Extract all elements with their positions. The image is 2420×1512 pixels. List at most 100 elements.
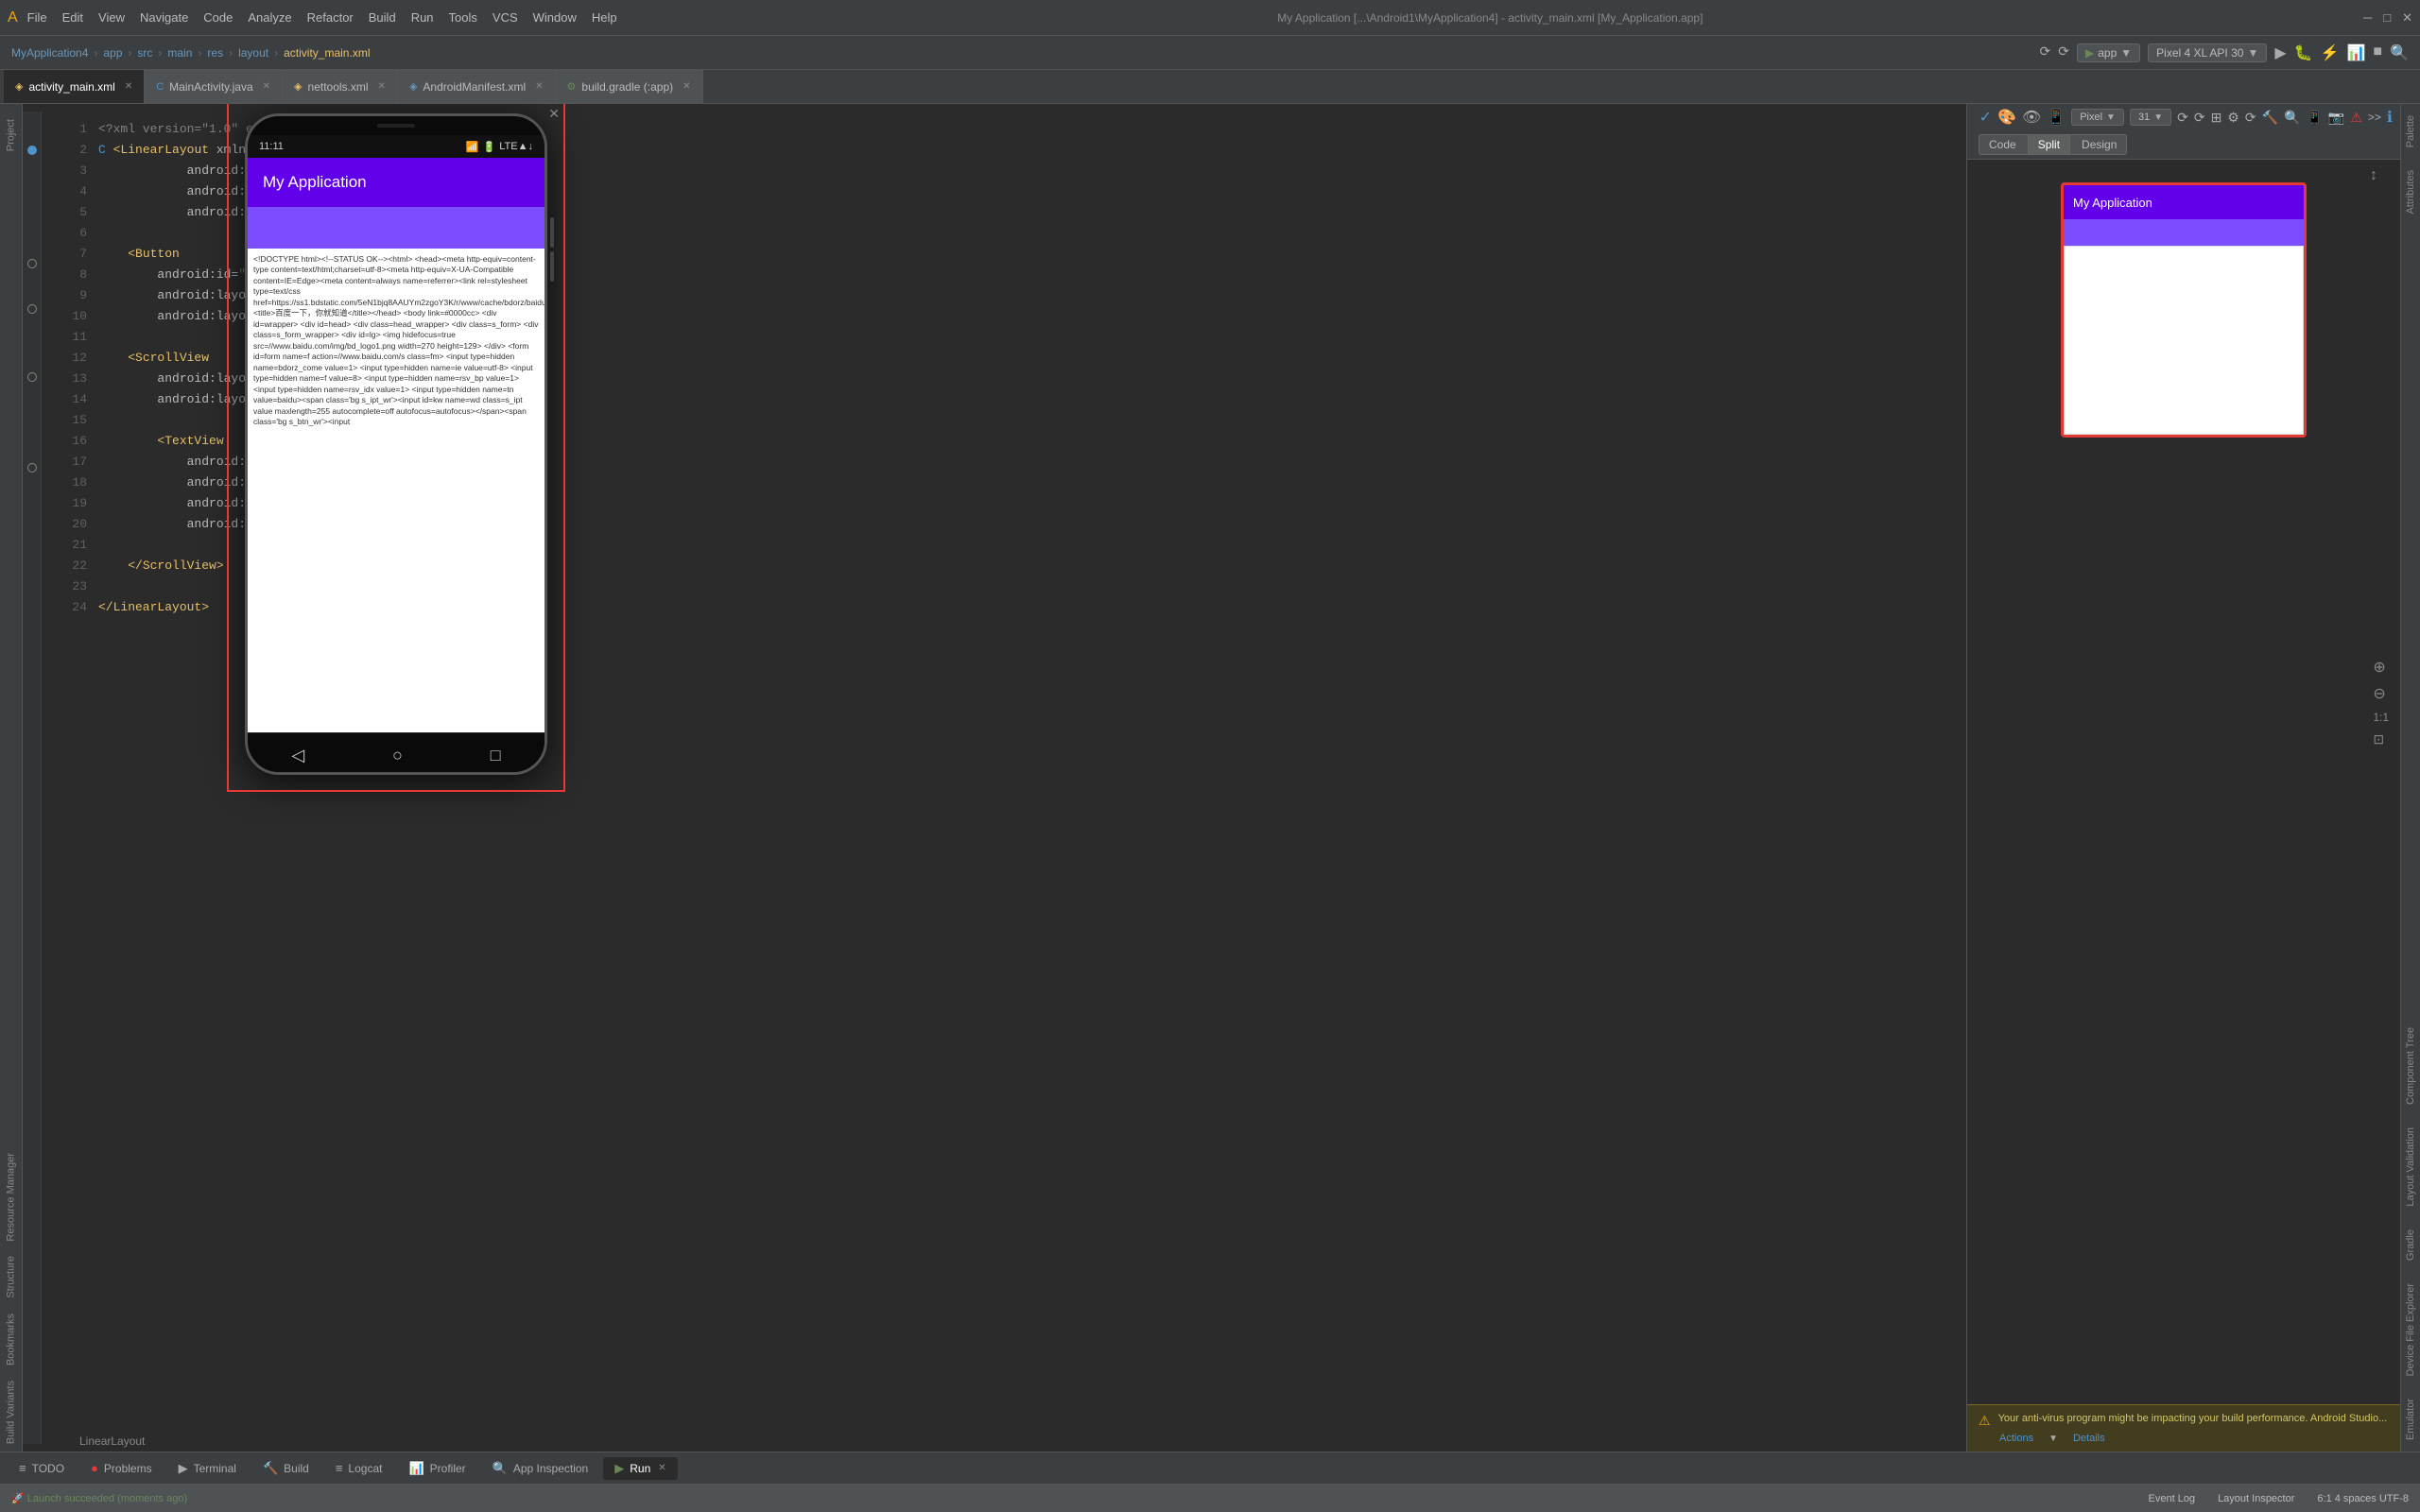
stop-button[interactable]: ■ bbox=[2373, 43, 2382, 62]
tab-problems[interactable]: ● Problems bbox=[79, 1457, 164, 1479]
volume-down-button[interactable] bbox=[550, 251, 554, 282]
run-tab-close[interactable]: ✕ bbox=[658, 1463, 666, 1473]
code-view-btn[interactable]: Code bbox=[1979, 135, 2026, 154]
split-view-btn[interactable]: Split bbox=[2028, 135, 2070, 154]
details-link[interactable]: Details bbox=[2073, 1433, 2105, 1444]
menu-edit[interactable]: Edit bbox=[62, 10, 83, 25]
tab-build[interactable]: 🔨 Build bbox=[251, 1457, 320, 1480]
zoom-in-icon[interactable]: ⊕ bbox=[2373, 658, 2389, 677]
zoom-icon[interactable]: 🔍 bbox=[2284, 110, 2300, 126]
menu-run[interactable]: Run bbox=[411, 10, 434, 25]
capture-icon[interactable]: 📷 bbox=[2328, 110, 2344, 126]
device-file-tab[interactable]: Device File Explorer bbox=[2401, 1272, 2420, 1387]
palette-tab[interactable]: Palette bbox=[2401, 104, 2420, 159]
menu-analyze[interactable]: Analyze bbox=[248, 10, 291, 25]
menu-code[interactable]: Code bbox=[203, 10, 233, 25]
tab-logcat[interactable]: ≡ Logcat bbox=[324, 1457, 394, 1479]
tab-profiler[interactable]: 📊 Profiler bbox=[397, 1457, 476, 1480]
phone-back-icon[interactable]: ◁ bbox=[291, 746, 304, 765]
build-icon[interactable]: 🔨 bbox=[2262, 110, 2278, 126]
minimize-icon[interactable]: ─ bbox=[2363, 10, 2372, 26]
menu-file[interactable]: File bbox=[27, 10, 47, 25]
gradle-tab[interactable]: Gradle bbox=[2401, 1218, 2420, 1272]
breadcrumb-layout[interactable]: layout bbox=[238, 46, 268, 60]
breadcrumb-res[interactable]: res bbox=[207, 46, 223, 60]
zoom-out-icon[interactable]: ⊖ bbox=[2373, 684, 2389, 703]
tab-androidmanifest[interactable]: ◈ AndroidManifest.xml ✕ bbox=[398, 70, 556, 104]
maximize-icon[interactable]: □ bbox=[2383, 10, 2391, 26]
menu-vcs[interactable]: VCS bbox=[493, 10, 518, 25]
palette-icon[interactable]: 🎨 bbox=[1997, 108, 2016, 127]
sync-project-icon[interactable]: ⟳ bbox=[2058, 43, 2069, 62]
info-icon[interactable]: ℹ bbox=[2387, 108, 2393, 127]
sidebar-build-variants[interactable]: Build Variants bbox=[0, 1373, 22, 1452]
close-icon[interactable]: ✕ bbox=[2402, 10, 2412, 26]
tab-mainactivity-close[interactable]: ✕ bbox=[263, 81, 270, 92]
phone-recents-icon[interactable]: □ bbox=[491, 746, 501, 765]
tab-todo[interactable]: ≡ TODO bbox=[8, 1457, 76, 1479]
breadcrumb-src[interactable]: src bbox=[137, 46, 152, 60]
tab-nettools[interactable]: ◈ nettools.xml ✕ bbox=[283, 70, 398, 104]
breadcrumb-main[interactable]: main bbox=[167, 46, 192, 60]
debug-button[interactable]: 🐛 bbox=[2294, 43, 2313, 62]
layout-validation-tab[interactable]: Layout Validation bbox=[2401, 1116, 2420, 1218]
menu-navigate[interactable]: Navigate bbox=[140, 10, 188, 25]
sync-icon[interactable]: ⟳ bbox=[2040, 43, 2051, 62]
emulator-tab[interactable]: Emulator bbox=[2401, 1387, 2420, 1452]
sidebar-project[interactable]: Project bbox=[0, 112, 22, 159]
event-log-link[interactable]: Event Log bbox=[2149, 1493, 2196, 1504]
phone-home-icon[interactable]: ○ bbox=[392, 746, 403, 765]
fit-screen-icon[interactable]: ⊡ bbox=[2373, 731, 2389, 747]
more-icon[interactable]: >> bbox=[2368, 111, 2381, 124]
tab-buildgradle[interactable]: ⚙ build.gradle (:app) ✕ bbox=[556, 70, 703, 104]
settings-icon[interactable]: ⚙ bbox=[2227, 110, 2239, 126]
tab-terminal[interactable]: ▶ Terminal bbox=[167, 1457, 248, 1480]
tab-run[interactable]: ▶ Run ✕ bbox=[603, 1457, 677, 1480]
coverage-button[interactable]: ⚡ bbox=[2321, 43, 2340, 62]
profile-button[interactable]: 📊 bbox=[2346, 43, 2365, 62]
emulator-close-icon[interactable]: ✕ bbox=[548, 106, 560, 122]
breadcrumb-sep-2: › bbox=[128, 46, 131, 60]
design-view-btn[interactable]: Design bbox=[2072, 135, 2126, 154]
menu-view[interactable]: View bbox=[98, 10, 125, 25]
table-icon[interactable]: ⊞ bbox=[2211, 110, 2222, 126]
actions-link[interactable]: Actions bbox=[1999, 1433, 2033, 1444]
tab-androidmanifest-close[interactable]: ✕ bbox=[535, 81, 543, 92]
attributes-tab[interactable]: Attributes bbox=[2401, 159, 2420, 225]
run-button[interactable]: ▶ bbox=[2274, 43, 2286, 62]
tab-app-inspection[interactable]: 🔍 App Inspection bbox=[481, 1457, 600, 1480]
error-icon[interactable]: ⚠ bbox=[2350, 110, 2362, 126]
api-dropdown[interactable]: 31 ▼ bbox=[2130, 109, 2171, 126]
sidebar-resource-manager[interactable]: Resource Manager bbox=[0, 1145, 22, 1249]
refresh-icon[interactable]: ⟳ bbox=[2177, 110, 2188, 126]
menu-build[interactable]: Build bbox=[369, 10, 396, 25]
tab-activity-main-close[interactable]: ✕ bbox=[125, 81, 132, 92]
zoom-reset-icon[interactable]: 1:1 bbox=[2373, 711, 2389, 724]
sidebar-structure[interactable]: Structure bbox=[0, 1248, 22, 1306]
component-tree-tab[interactable]: Component Tree bbox=[2401, 1016, 2420, 1116]
phone2-icon[interactable]: 📱 bbox=[2306, 110, 2322, 126]
eye-icon[interactable]: 👁 bbox=[2022, 108, 2041, 127]
breadcrumb-app[interactable]: app bbox=[103, 46, 122, 60]
menu-refactor[interactable]: Refactor bbox=[307, 10, 354, 25]
tab-nettools-close[interactable]: ✕ bbox=[378, 81, 386, 92]
tab-activity-main[interactable]: ◈ activity_main.xml ✕ bbox=[4, 70, 145, 104]
search-everywhere-icon[interactable]: 🔍 bbox=[2390, 43, 2409, 62]
tab-mainactivity[interactable]: C MainActivity.java ✕ bbox=[145, 70, 283, 104]
check-icon[interactable]: ✓ bbox=[1979, 108, 1992, 127]
pixel-dropdown[interactable]: Pixel ▼ bbox=[2071, 109, 2124, 126]
breadcrumb-project[interactable]: MyApplication4 bbox=[11, 46, 88, 60]
layout-inspector-link[interactable]: Layout Inspector bbox=[2218, 1493, 2294, 1504]
sidebar-bookmarks[interactable]: Bookmarks bbox=[0, 1306, 22, 1373]
menu-help[interactable]: Help bbox=[592, 10, 617, 25]
device-dropdown[interactable]: Pixel 4 XL API 30 ▼ bbox=[2148, 43, 2267, 62]
tab-buildgradle-close[interactable]: ✕ bbox=[683, 81, 690, 92]
breadcrumb-file[interactable]: activity_main.xml bbox=[284, 46, 370, 60]
volume-up-button[interactable] bbox=[550, 217, 554, 248]
run-config-dropdown[interactable]: ▶ app ▼ bbox=[2077, 43, 2140, 62]
sync2-icon[interactable]: ⟳ bbox=[2245, 110, 2256, 126]
pixel-icon[interactable]: 📱 bbox=[2047, 108, 2066, 127]
menu-tools[interactable]: Tools bbox=[449, 10, 477, 25]
menu-window[interactable]: Window bbox=[533, 10, 577, 25]
sync-icon2[interactable]: ⟳ bbox=[2194, 110, 2205, 126]
